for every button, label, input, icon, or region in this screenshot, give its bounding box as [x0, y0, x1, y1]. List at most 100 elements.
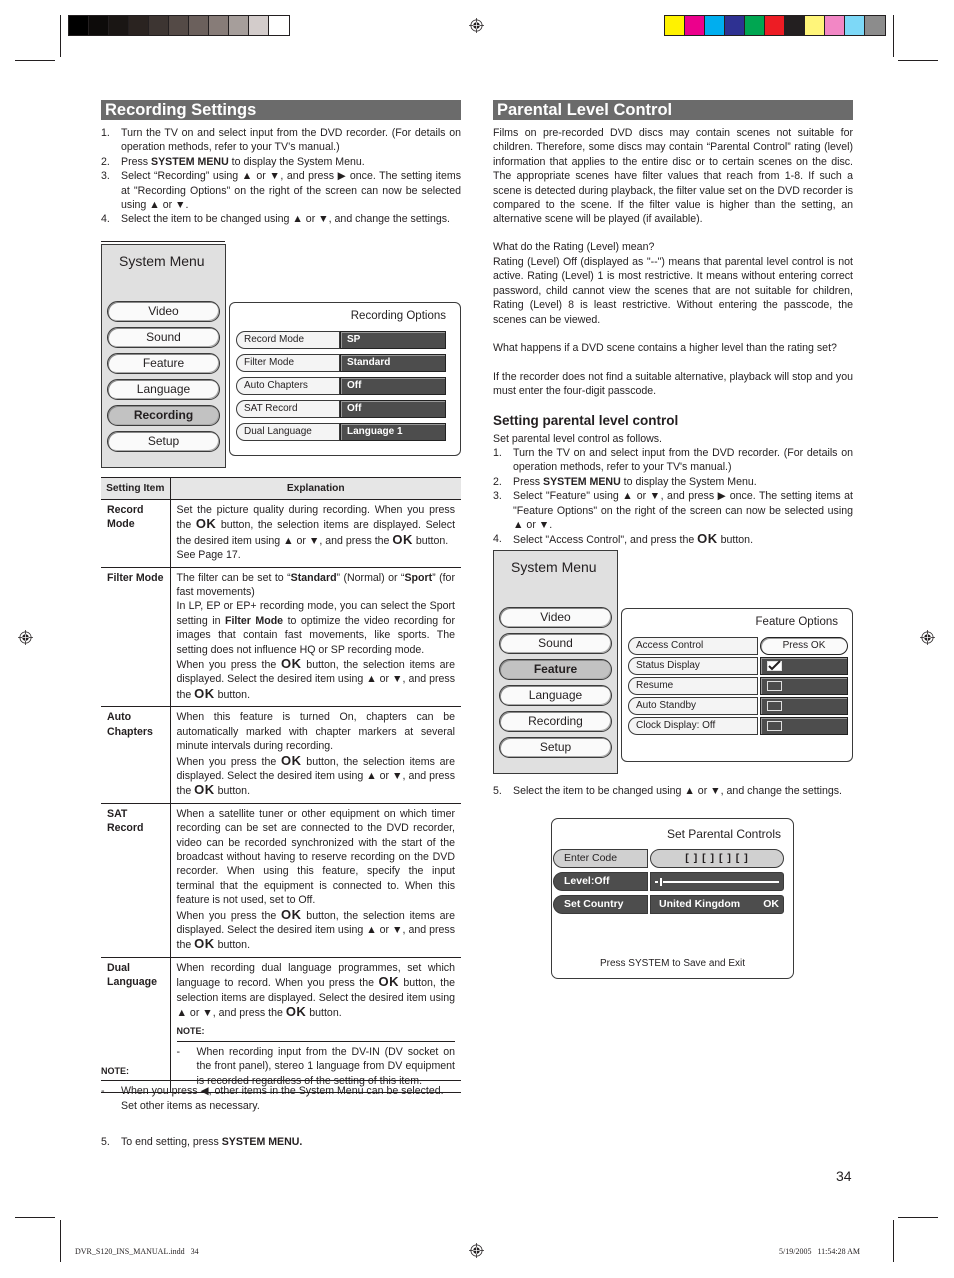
slider-thumb[interactable]	[659, 877, 663, 887]
step-text: button.	[717, 534, 754, 547]
explanation-text: Set the picture quality during recording…	[176, 504, 456, 562]
option-row-sat-record[interactable]: SAT Record Off	[236, 400, 454, 418]
registration-mark-icon	[18, 630, 33, 645]
color-swatch	[825, 16, 845, 35]
note-label: NOTE:	[176, 1024, 455, 1042]
step-text: Turn the TV on and select input from the…	[121, 127, 461, 154]
crop-mark	[15, 60, 55, 61]
step-item: 2. Press SYSTEM MENU to display the Syste…	[101, 155, 461, 169]
panel-title: Set Parental Controls	[666, 827, 781, 841]
option-row-dual-language[interactable]: Dual Language Language 1	[236, 423, 454, 441]
menu-item-sound[interactable]: Sound	[107, 327, 220, 348]
menu-item-feature[interactable]: Feature	[107, 353, 220, 374]
checkbox-cell[interactable]	[760, 717, 848, 735]
step-number: 2.	[493, 475, 502, 488]
checkbox-cell[interactable]	[760, 657, 848, 675]
color-swatch	[269, 16, 289, 35]
country-ok-button[interactable]: OK	[763, 896, 779, 913]
option-value[interactable]: Language 1	[340, 423, 446, 441]
color-swatch	[109, 16, 129, 35]
menu-item-video[interactable]: Video	[107, 301, 220, 322]
recording-step-5: 5. To end setting, press SYSTEM MENU.	[101, 1136, 303, 1148]
step-item: 1. Turn the TV on and select input from t…	[101, 126, 461, 155]
checkbox-cell[interactable]	[760, 677, 848, 695]
option-value[interactable]: Off	[340, 400, 446, 418]
crop-mark	[15, 1217, 55, 1218]
rating-question-1: What do the Rating (Level) mean?	[493, 241, 655, 253]
feature-row-status-display[interactable]: Status Display	[628, 657, 848, 675]
recording-note: NOTE: - When you press ◀, other items in…	[101, 1060, 461, 1113]
menu-item-recording[interactable]: Recording	[499, 711, 612, 732]
save-exit-hint: Press SYSTEM to Save and Exit	[599, 958, 746, 969]
checkbox-cell[interactable]	[760, 697, 848, 715]
step-item: 3. Select “Recording” using ▲ or ▼, and p…	[101, 169, 461, 212]
parental-sub-intro: Set parental level control as follows.	[493, 433, 662, 445]
section-title-parental-level-control: Parental Level Control	[493, 100, 853, 120]
recording-options-panel: Recording Options Record Mode SP Filter Mo…	[229, 302, 461, 456]
menu-item-setup[interactable]: Setup	[499, 737, 612, 758]
color-swatch	[229, 16, 249, 35]
enter-code-label: Enter Code	[553, 849, 648, 868]
color-swatch	[705, 16, 725, 35]
parental-step-5: 5. Select the item to be changed using ▲ …	[493, 785, 842, 797]
crop-mark	[893, 1220, 894, 1262]
feature-row-clock-display-off[interactable]: Clock Display: Off	[628, 717, 848, 735]
option-value[interactable]: Standard	[340, 354, 446, 372]
feature-row-resume[interactable]: Resume	[628, 677, 848, 695]
feature-label: Clock Display: Off	[628, 717, 758, 735]
option-value[interactable]: SP	[340, 331, 446, 349]
menu-item-sound[interactable]: Sound	[499, 633, 612, 654]
menu-item-setup[interactable]: Setup	[107, 431, 220, 452]
page-number: 34	[836, 1168, 852, 1184]
option-label: Record Mode	[236, 331, 340, 349]
color-swatch	[805, 16, 825, 35]
option-row-auto-chapters[interactable]: Auto Chapters Off	[236, 377, 454, 395]
checkbox-unchecked-icon[interactable]	[767, 681, 782, 691]
step-number: 1.	[101, 127, 110, 139]
system-menu-title: System Menu	[119, 253, 205, 269]
table-row: Record Mode Set the picture quality durin…	[101, 499, 461, 568]
parental-intro: Films on pre-recorded DVD discs may cont…	[493, 127, 853, 226]
color-swatch	[785, 16, 805, 35]
step-text: to display the System Menu.	[228, 155, 365, 168]
panel-title: Recording Options	[350, 310, 446, 322]
checkbox-checked-icon[interactable]	[767, 660, 782, 671]
step-text: Select "Access Control", and press the	[513, 534, 698, 547]
set-parental-controls-panel: Set Parental Controls Enter Code [ ] [ ]…	[551, 818, 794, 979]
option-row-filter-mode[interactable]: Filter Mode Standard	[236, 354, 454, 372]
option-value[interactable]: Off	[340, 377, 446, 395]
rating-answer-1: Rating (Level) Off (displayed as "--") m…	[493, 256, 853, 326]
menu-item-language[interactable]: Language	[107, 379, 220, 400]
note-text: When you press ◀, other items in the Sys…	[121, 1085, 444, 1098]
process-color-bar	[664, 15, 886, 36]
step-number: 1.	[493, 447, 502, 459]
feature-row-access-control[interactable]: Access Control Press OK	[628, 637, 848, 655]
enter-code-input[interactable]: [ ] [ ] [ ] [ ]	[650, 849, 784, 868]
note-item: - When you press ◀, other items in the S…	[101, 1085, 444, 1112]
menu-item-feature[interactable]: Feature	[499, 659, 612, 680]
menu-item-recording[interactable]: Recording	[107, 405, 220, 426]
level-slider[interactable]	[650, 872, 784, 891]
set-country-label: Set Country	[553, 895, 648, 914]
system-menu-feature: System Menu Video Sound Feature Language Rec…	[493, 550, 618, 774]
press-ok-button[interactable]: Press OK	[760, 637, 848, 655]
color-swatch	[189, 16, 209, 35]
feature-label: Access Control	[628, 637, 758, 655]
checkbox-unchecked-icon[interactable]	[767, 721, 782, 731]
step-number: 3.	[493, 490, 502, 503]
color-swatch	[169, 16, 189, 35]
menu-item-language[interactable]: Language	[499, 685, 612, 706]
feature-row-auto-standby[interactable]: Auto Standby	[628, 697, 848, 715]
color-swatch	[685, 16, 705, 35]
ok-button-glyph: OK	[697, 531, 718, 547]
slug-timestamp: 5/19/2005 11:54:28 AM	[779, 1247, 861, 1256]
country-select[interactable]: United Kingdom OK	[650, 895, 784, 914]
registration-mark-icon	[469, 18, 484, 33]
crop-mark	[60, 15, 61, 57]
option-row-record-mode[interactable]: Record Mode SP	[236, 331, 454, 349]
column-header-explanation: Explanation	[286, 483, 345, 494]
slider-min-tick	[655, 881, 658, 883]
checkbox-unchecked-icon[interactable]	[767, 701, 782, 711]
menu-item-video[interactable]: Video	[499, 607, 612, 628]
step-number: 4.	[493, 533, 502, 546]
